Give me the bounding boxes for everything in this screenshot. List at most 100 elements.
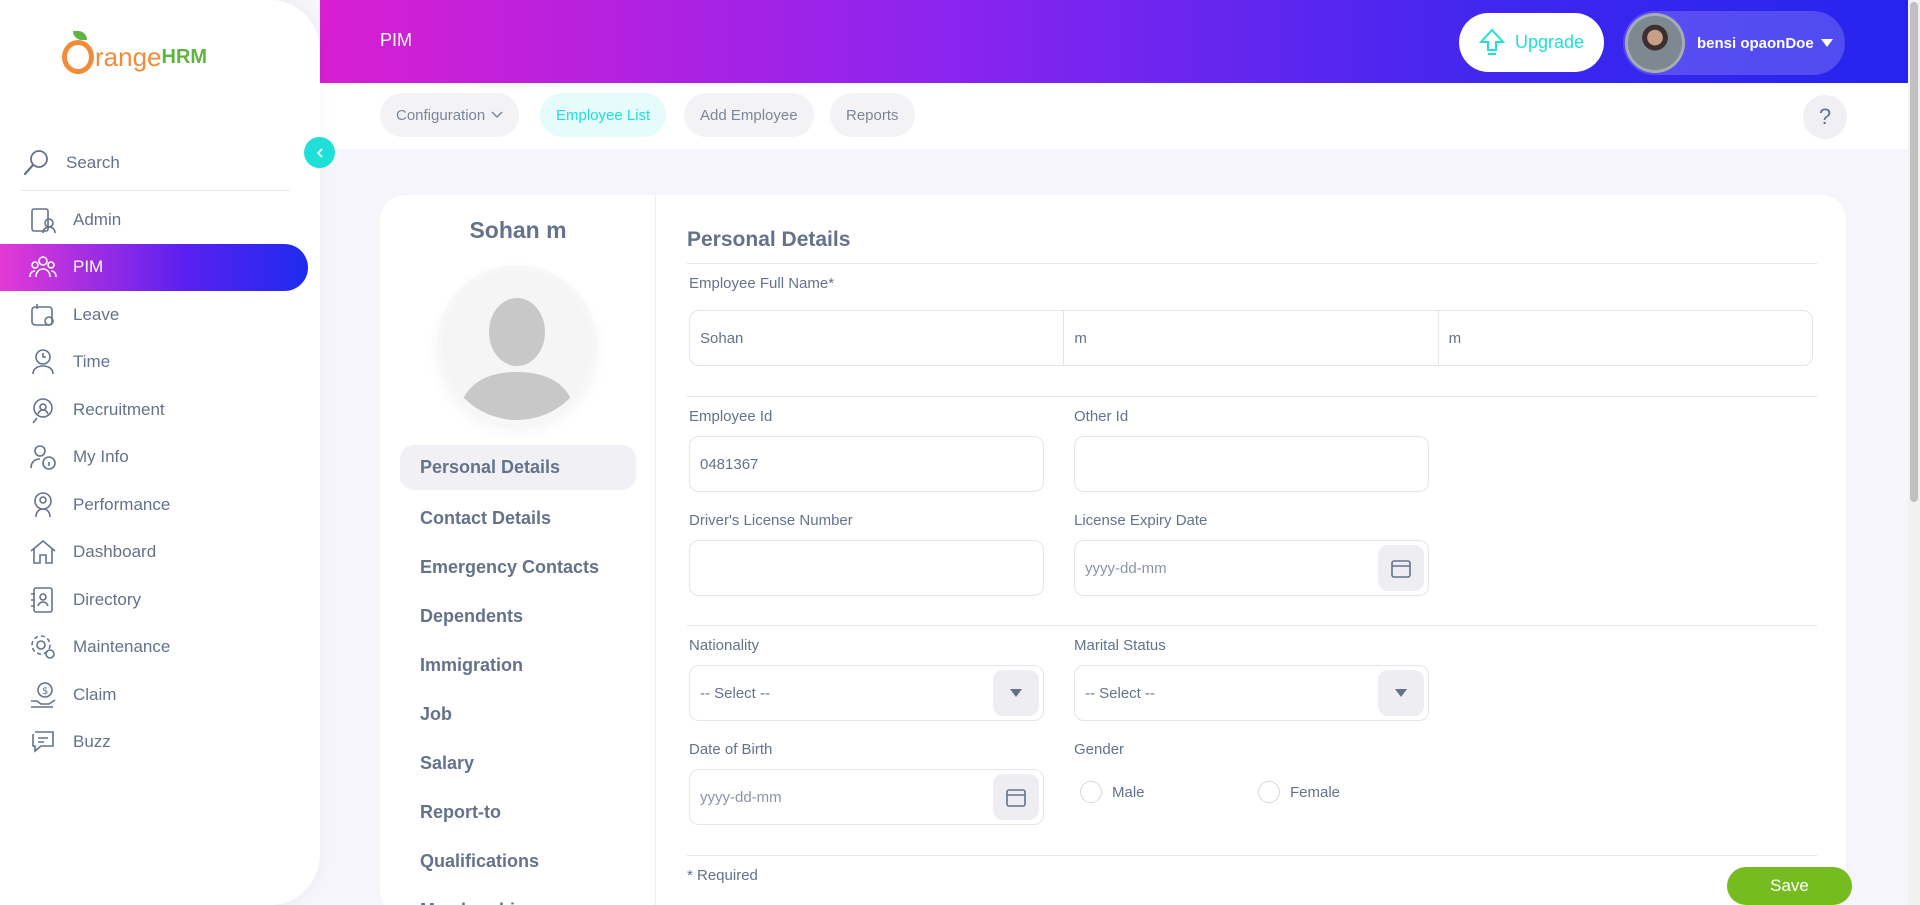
gender-female-option[interactable]: Female	[1258, 781, 1340, 803]
avatar	[1625, 13, 1685, 73]
my-info-icon	[27, 441, 59, 473]
divider	[687, 625, 1817, 626]
save-button[interactable]: Save	[1727, 867, 1852, 905]
upgrade-arrow-icon	[1478, 28, 1505, 55]
profile-menu-memberships[interactable]: Memberships	[400, 886, 636, 905]
leave-icon	[27, 299, 59, 331]
pim-icon	[27, 251, 59, 283]
topbar: PIM Upgrade bensi opaonDoe	[320, 0, 1908, 83]
employee-name: Sohan m	[469, 217, 567, 243]
chevron-down-icon	[491, 111, 503, 119]
dashboard-icon	[27, 536, 59, 568]
sidebar-item-leave[interactable]: Leave	[0, 291, 320, 339]
profile-menu-immigration[interactable]: Immigration	[400, 641, 636, 690]
help-button[interactable]: ?	[1803, 95, 1847, 139]
sidebar-item-label: Leave	[73, 304, 120, 324]
profile-menu-salary[interactable]: Salary	[400, 739, 636, 788]
sidebar-item-claim[interactable]: $ Claim	[0, 671, 320, 719]
sidebar-item-recruitment[interactable]: Recruitment	[0, 386, 320, 434]
sidebar-item-performance[interactable]: Performance	[0, 481, 320, 529]
sidebar-item-maintenance[interactable]: Maintenance	[0, 624, 320, 672]
profile-menu-emergency-contacts[interactable]: Emergency Contacts	[400, 543, 636, 592]
middle-name-field[interactable]: m	[1064, 311, 1439, 365]
gender-male-radio[interactable]	[1080, 781, 1102, 803]
profile-menu-qualifications[interactable]: Qualifications	[400, 837, 636, 886]
page-title: PIM	[380, 30, 413, 50]
other-id-label: Other Id	[1074, 408, 1129, 425]
profile-menu-personal-details[interactable]: Personal Details	[400, 445, 636, 490]
first-name-field[interactable]: Sohan	[690, 311, 1065, 365]
sidebar-item-pim[interactable]: PIM	[0, 243, 308, 291]
tab-employee-list[interactable]: Employee List	[540, 93, 667, 137]
dob-field[interactable]: yyyy-dd-mm	[689, 769, 1044, 825]
search-icon	[20, 147, 52, 179]
sidebar-item-my-info[interactable]: My Info	[0, 434, 320, 482]
caret-down-icon	[1010, 689, 1022, 697]
profile-menu-contact-details[interactable]: Contact Details	[400, 494, 636, 543]
scrollbar-thumb[interactable]	[1910, 2, 1918, 502]
gender-female-label: Female	[1290, 783, 1341, 801]
time-icon	[27, 346, 59, 378]
profile-menu-dependents[interactable]: Dependents	[400, 592, 636, 641]
nationality-select[interactable]: -- Select --	[689, 665, 1044, 721]
sidebar-item-buzz[interactable]: Buzz	[0, 719, 320, 767]
sidebar-search[interactable]: Search	[20, 136, 290, 191]
divider	[687, 396, 1817, 397]
sidebar-item-label: Admin	[73, 209, 122, 229]
sidebar-item-label: Buzz	[73, 732, 111, 752]
tab-label: Configuration	[396, 106, 486, 124]
user-menu[interactable]: bensi opaonDoe	[1623, 11, 1845, 75]
admin-icon	[27, 204, 59, 236]
tab-label: Employee List	[556, 106, 651, 124]
sidebar-item-directory[interactable]: Directory	[0, 576, 320, 624]
sidebar-item-label: Directory	[73, 589, 142, 609]
search-label: Search	[66, 153, 120, 172]
sidebar-item-dashboard[interactable]: Dashboard	[0, 529, 320, 577]
dob-label: Date of Birth	[689, 741, 773, 758]
sidebar-collapse-button[interactable]	[304, 137, 335, 168]
maintenance-icon	[27, 631, 59, 663]
sidebar-item-admin[interactable]: Admin	[0, 196, 320, 244]
sidebar-item-time[interactable]: Time	[0, 339, 320, 387]
section-title: Personal Details	[687, 228, 851, 251]
default-avatar-icon	[442, 270, 592, 420]
employee-id-field[interactable]: 0481367	[689, 436, 1044, 492]
profile-menu-report-to[interactable]: Report-to	[400, 788, 636, 837]
tab-add-employee[interactable]: Add Employee	[684, 93, 814, 137]
gender-female-radio[interactable]	[1258, 781, 1280, 803]
nationality-dropdown-button[interactable]	[993, 670, 1039, 716]
gender-male-option[interactable]: Male	[1080, 781, 1145, 803]
claim-icon: $	[27, 679, 59, 711]
employee-photo[interactable]	[442, 270, 592, 420]
license-expiry-field[interactable]: yyyy-dd-mm	[1074, 540, 1429, 596]
license-number-field[interactable]	[689, 540, 1044, 596]
upgrade-button[interactable]: Upgrade	[1459, 13, 1604, 72]
marital-status-value: -- Select --	[1085, 684, 1156, 702]
tab-reports[interactable]: Reports	[830, 93, 915, 137]
page-scrollbar[interactable]	[1908, 0, 1920, 905]
upgrade-label: Upgrade	[1514, 32, 1585, 52]
last-name-field[interactable]: m	[1439, 311, 1812, 365]
sidebar-item-label: PIM	[73, 257, 104, 277]
full-name-label: Employee Full Name*	[689, 275, 835, 292]
logo-suffix: HRM	[161, 45, 208, 68]
marital-status-label: Marital Status	[1074, 637, 1166, 654]
tab-configuration[interactable]: Configuration	[380, 93, 520, 137]
calendar-icon	[1006, 789, 1026, 807]
profile-menu-job[interactable]: Job	[400, 690, 636, 739]
employee-id-label: Employee Id	[689, 408, 773, 425]
profile-panel: Sohan m Personal Details Contact Details…	[380, 195, 656, 905]
caret-down-icon	[1395, 689, 1407, 697]
recruitment-icon	[27, 394, 59, 426]
marital-status-dropdown-button[interactable]	[1378, 670, 1424, 716]
orangehrm-logo[interactable]: range HRM	[62, 31, 208, 74]
other-id-field[interactable]	[1074, 436, 1429, 492]
license-number-label: Driver's License Number	[689, 512, 853, 529]
marital-status-select[interactable]: -- Select --	[1074, 665, 1429, 721]
sidebar-item-label: Recruitment	[73, 399, 165, 419]
sidebar-nav: Admin PIM Leave Time Recruitment My Info…	[0, 196, 320, 766]
license-expiry-calendar-button[interactable]	[1378, 545, 1424, 591]
dob-calendar-button[interactable]	[993, 774, 1039, 820]
logo-text: range	[95, 41, 162, 72]
divider	[687, 855, 1817, 856]
